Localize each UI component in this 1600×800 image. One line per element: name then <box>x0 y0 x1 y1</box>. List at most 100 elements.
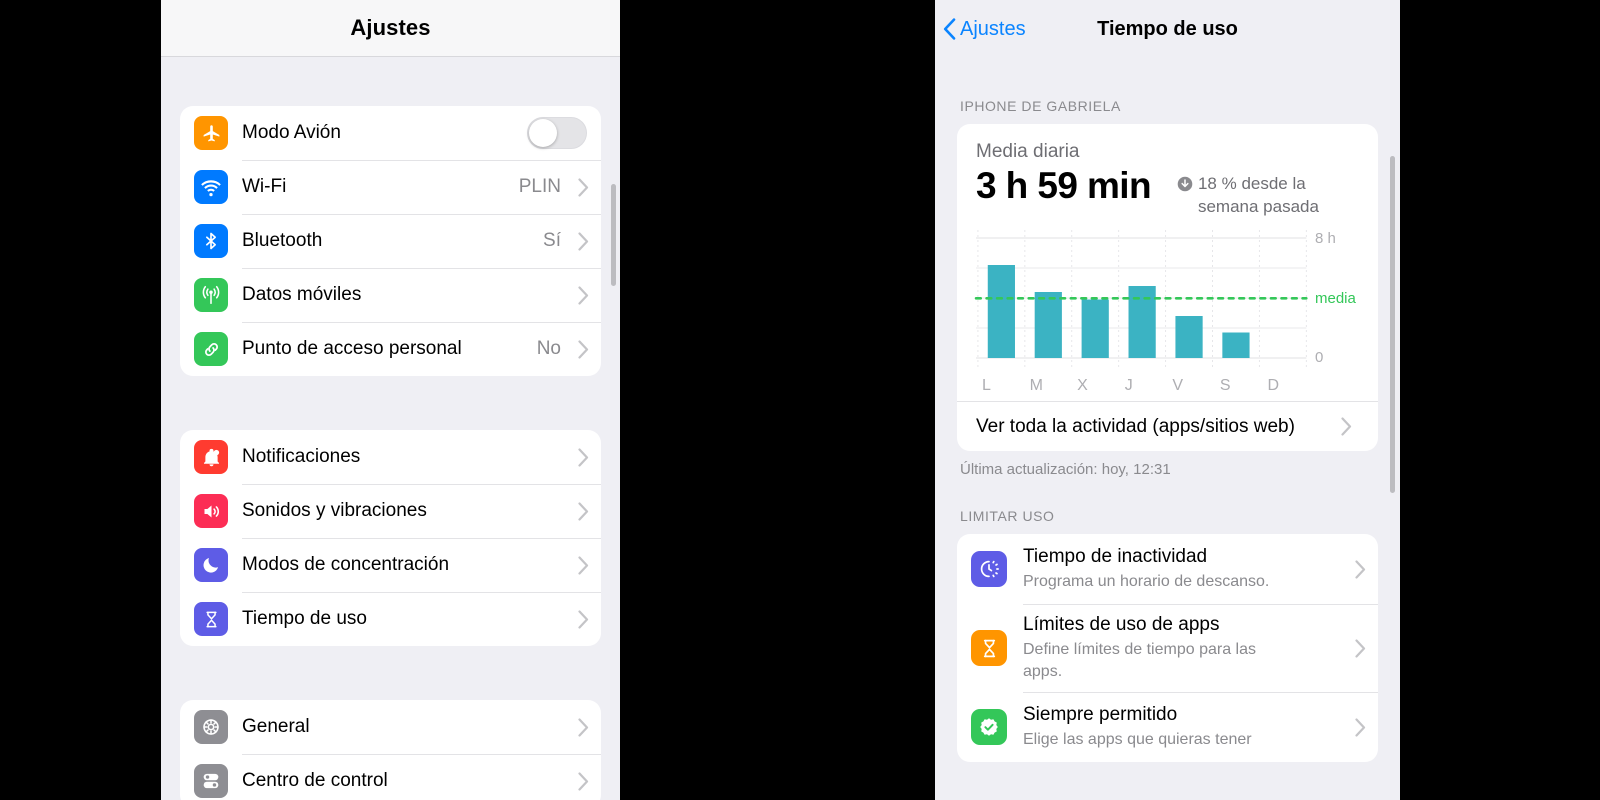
chevron-right-icon <box>569 177 589 197</box>
limit-row-title: Tiempo de inactividad <box>1023 545 1208 567</box>
sidebar-item-label: Bluetooth <box>242 230 323 251</box>
sidebar-item-modo-avion[interactable]: Modo Avión <box>180 106 601 160</box>
back-button[interactable]: Ajustes <box>943 18 1026 41</box>
chevron-right-icon <box>569 501 589 521</box>
chevron-right-icon <box>569 231 589 251</box>
see-all-activity-row[interactable]: Ver toda la actividad (apps/sitios web) <box>957 401 1378 451</box>
daily-average-row: 3 h 59 min 18 % desde la semana pasada <box>976 165 1359 218</box>
chart-svg <box>974 230 1308 371</box>
sidebar-item-label: Modo Avión <box>242 122 341 143</box>
sidebar-item-modos-concentracion[interactable]: Modos de concentración <box>180 538 601 592</box>
chevron-right-icon <box>569 339 589 359</box>
limit-row-subtitle: Define límites de tiempo para las apps. <box>1023 641 1256 680</box>
cellular-icon <box>194 278 228 312</box>
chevron-right-icon <box>1332 417 1352 436</box>
sidebar-item-sonidos-vibraciones[interactable]: Sonidos y vibraciones <box>180 484 601 538</box>
wifi-icon <box>194 170 228 204</box>
chevron-right-icon <box>569 771 589 791</box>
chevron-right-icon <box>569 717 589 737</box>
see-all-activity-label: Ver toda la actividad (apps/sitios web) <box>976 415 1295 437</box>
sidebar-item-value: Sí <box>543 230 561 251</box>
settings-group-general: General Centro de control <box>180 700 601 800</box>
screen-time-panel: Ajustes Tiempo de uso IPHONE DE GABRIELA… <box>935 0 1400 800</box>
screenshot-stage: Ajustes Modo Avión Wi-Fi PLIN Bluetooth … <box>0 0 1600 800</box>
bell-icon <box>194 440 228 474</box>
sidebar-item-value: No <box>536 338 561 359</box>
limit-row-tiempo-de-inactividad[interactable]: Tiempo de inactividad Programa un horari… <box>957 534 1378 604</box>
sidebar-item-label: General <box>242 716 310 737</box>
chart-bar[interactable] <box>1222 332 1250 359</box>
device-section-header: IPHONE DE GABRIELA <box>960 98 1121 114</box>
daily-average-label: Media diaria <box>976 141 1080 162</box>
limit-usage-card: Tiempo de inactividad Programa un horari… <box>957 534 1378 763</box>
sidebar-item-tiempo-de-uso[interactable]: Tiempo de uso <box>180 592 601 646</box>
chart-bar[interactable] <box>1081 299 1109 359</box>
limit-row-title: Límites de uso de apps <box>1023 614 1220 636</box>
chevron-right-icon <box>569 285 589 305</box>
daily-average-value: 3 h 59 min <box>976 165 1152 206</box>
sidebar-item-label: Tiempo de uso <box>242 608 367 629</box>
usage-summary-card: Media diaria 3 h 59 min 18 % desde la se… <box>957 124 1378 452</box>
limit-row-subtitle: Programa un horario de descanso. <box>1023 572 1270 590</box>
limit-section-header: LIMITAR USO <box>960 508 1055 525</box>
settings-navbar: Ajustes <box>161 0 620 57</box>
hourglass-icon <box>194 602 228 636</box>
chevron-left-icon <box>943 18 956 40</box>
chart-x-tick-label: V <box>1172 377 1183 395</box>
sidebar-item-datos-moviles[interactable]: Datos móviles <box>180 268 601 322</box>
screen-time-scroll-area[interactable]: IPHONE DE GABRIELA Media diaria 3 h 59 m… <box>935 98 1400 800</box>
chart-x-axis-labels: LMXJVSD <box>976 377 1359 395</box>
sidebar-item-label: Modos de concentración <box>242 554 450 575</box>
sidebar-item-value: PLIN <box>518 176 561 197</box>
sidebar-item-wifi[interactable]: Wi-Fi PLIN <box>180 160 601 214</box>
last-updated-text: Última actualización: hoy, 12:31 <box>960 461 1171 479</box>
back-button-label: Ajustes <box>960 17 1026 40</box>
chart-bar[interactable] <box>1034 292 1062 359</box>
checkmark-seal-icon <box>971 709 1007 746</box>
sidebar-item-bluetooth[interactable]: Bluetooth Sí <box>180 214 601 268</box>
chevron-right-icon <box>569 609 589 629</box>
arrow-down-circle-icon <box>1177 176 1193 199</box>
sidebar-item-label: Sonidos y vibraciones <box>242 500 427 521</box>
weekly-delta-text: 18 % desde la semana pasada <box>1197 174 1319 216</box>
limit-row-siempre-permitido[interactable]: Siempre permitido Elige las apps que qui… <box>957 692 1378 762</box>
speaker-icon <box>194 494 228 528</box>
settings-group-connectivity: Modo Avión Wi-Fi PLIN Bluetooth Sí Datos… <box>180 106 601 376</box>
chart-bar[interactable] <box>1128 286 1156 359</box>
sidebar-item-label: Wi-Fi <box>242 176 287 197</box>
bluetooth-icon <box>194 224 228 258</box>
chart-x-tick-label: J <box>1124 377 1133 395</box>
chevron-right-icon <box>1346 639 1366 658</box>
sidebar-item-punto-acceso-personal[interactable]: Punto de acceso personal No <box>180 322 601 376</box>
screen-time-scrollbar[interactable] <box>1390 156 1395 493</box>
chevron-right-icon <box>569 447 589 467</box>
limit-row-subtitle: Elige las apps que quieras tener <box>1023 731 1252 749</box>
airplane-mode-toggle[interactable] <box>527 117 587 149</box>
settings-group-notifications: Notificaciones Sonidos y vibraciones Mod… <box>180 430 601 646</box>
chart-x-tick-label: L <box>982 377 991 395</box>
sidebar-item-centro-de-control[interactable]: Centro de control <box>180 754 601 800</box>
weekly-usage-chart[interactable]: 8 h media 0 <box>974 230 1359 375</box>
moon-icon <box>194 548 228 582</box>
limit-row-limites-de-uso-de-apps[interactable]: Límites de uso de apps Define límites de… <box>957 604 1378 692</box>
sidebar-item-label: Centro de control <box>242 770 388 791</box>
settings-list-panel: Ajustes Modo Avión Wi-Fi PLIN Bluetooth … <box>161 0 620 800</box>
chart-bar[interactable] <box>987 265 1015 359</box>
limit-row-text: Siempre permitido Elige las apps que qui… <box>1023 694 1346 761</box>
toggle-knob <box>529 119 557 147</box>
settings-scroll-area[interactable]: Modo Avión Wi-Fi PLIN Bluetooth Sí Datos… <box>161 106 620 800</box>
chart-x-tick-label: S <box>1219 377 1231 395</box>
limit-row-text: Tiempo de inactividad Programa un horari… <box>1023 536 1346 603</box>
sidebar-item-general[interactable]: General <box>180 700 601 754</box>
settings-scrollbar[interactable] <box>611 184 616 286</box>
control-center-icon <box>194 764 228 798</box>
gear-icon <box>194 710 228 744</box>
chevron-right-icon <box>1346 718 1366 737</box>
downtime-icon <box>971 551 1007 588</box>
hotspot-icon <box>194 332 228 366</box>
daily-average-summary: Media diaria 3 h 59 min 18 % desde la se… <box>957 124 1378 230</box>
sidebar-item-notificaciones[interactable]: Notificaciones <box>180 430 601 484</box>
limit-row-text: Límites de uso de apps Define límites de… <box>1023 604 1346 692</box>
chart-bar[interactable] <box>1175 316 1203 359</box>
weekly-delta: 18 % desde la semana pasada <box>1177 173 1347 218</box>
